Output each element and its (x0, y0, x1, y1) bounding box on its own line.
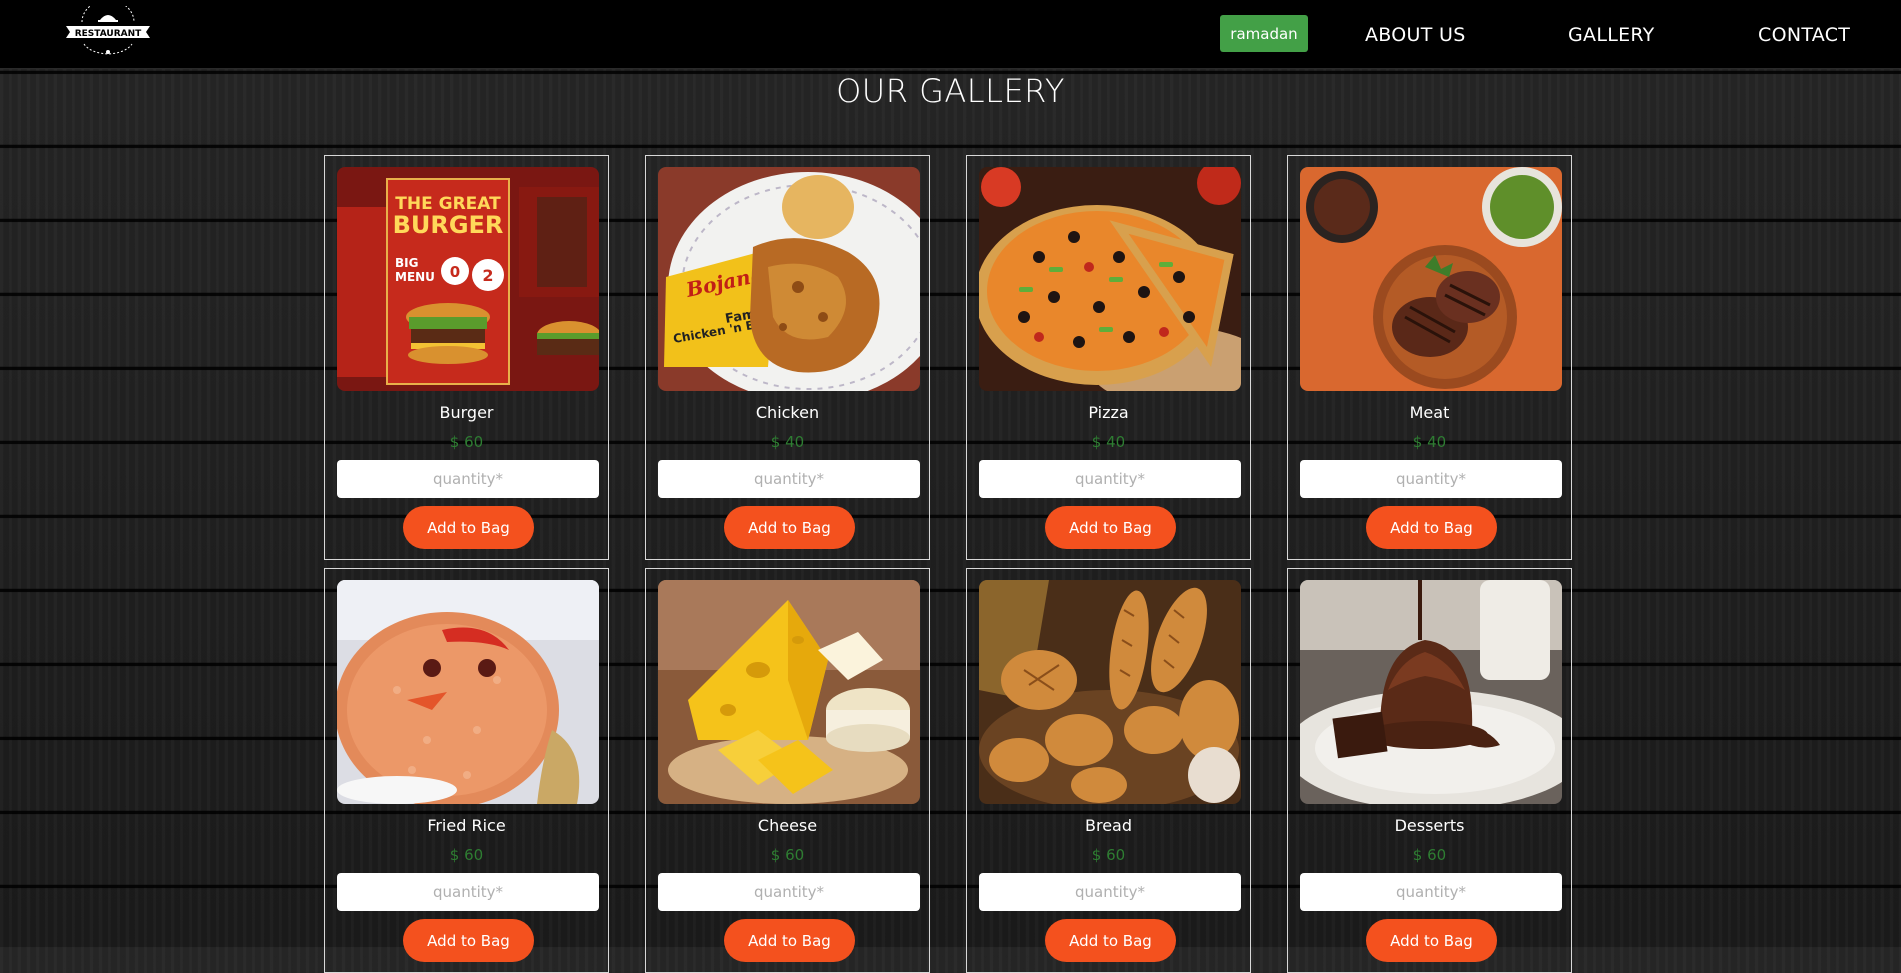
product-name: Cheese (757, 816, 818, 835)
product-card-meat: Meat $ 40 Add to Bag (1287, 155, 1572, 560)
product-price: $ 60 (449, 846, 484, 864)
svg-text:0: 0 (450, 263, 460, 281)
product-card-fried-rice: Fried Rice $ 60 Add to Bag (324, 568, 609, 973)
add-to-bag-button[interactable]: Add to Bag (403, 919, 534, 962)
restaurant-logo[interactable]: RESTAURANT (62, 6, 154, 58)
add-to-bag-button[interactable]: Add to Bag (1045, 506, 1176, 549)
svg-text:MENU: MENU (395, 270, 435, 284)
add-to-bag-button[interactable]: Add to Bag (724, 919, 855, 962)
quantity-input[interactable] (979, 460, 1241, 498)
cheese-image (658, 580, 920, 804)
chicken-image: Bojangles' Famous Chicken 'n Biscuits (658, 167, 920, 391)
add-to-bag-button[interactable]: Add to Bag (724, 506, 855, 549)
navbar: RESTAURANT ramadan ABOUT US GALLERY CONT… (0, 0, 1901, 69)
add-to-bag-button[interactable]: Add to Bag (1366, 506, 1497, 549)
nav-link-gallery[interactable]: GALLERY (1568, 24, 1655, 46)
meat-image (1300, 167, 1562, 391)
product-name: Desserts (1394, 816, 1465, 835)
bread-image (979, 580, 1241, 804)
nav-link-contact[interactable]: CONTACT (1758, 24, 1850, 46)
page-title: OUR GALLERY (836, 72, 1065, 110)
pizza-image (979, 167, 1241, 391)
product-price: $ 60 (1412, 846, 1447, 864)
product-name: Burger (439, 403, 494, 422)
svg-text:RESTAURANT: RESTAURANT (75, 29, 142, 39)
nav-link-about-us[interactable]: ABOUT US (1365, 24, 1466, 46)
product-price: $ 60 (449, 433, 484, 451)
product-price: $ 60 (770, 846, 805, 864)
product-name: Fried Rice (427, 816, 506, 835)
product-name: Meat (1409, 403, 1450, 422)
product-price: $ 40 (1091, 433, 1126, 451)
desserts-image (1300, 580, 1562, 804)
product-card-pizza: Pizza $ 40 Add to Bag (966, 155, 1251, 560)
product-card-chicken: Bojangles' Famous Chicken 'n Biscuits Ch… (645, 155, 930, 560)
quantity-input[interactable] (1300, 873, 1562, 911)
quantity-input[interactable] (337, 873, 599, 911)
product-card-desserts: Desserts $ 60 Add to Bag (1287, 568, 1572, 973)
add-to-bag-button[interactable]: Add to Bag (1366, 919, 1497, 962)
product-price: $ 60 (1091, 846, 1126, 864)
svg-text:BIG: BIG (395, 256, 418, 270)
svg-text:BURGER: BURGER (393, 211, 504, 239)
quantity-input[interactable] (658, 460, 920, 498)
quantity-input[interactable] (337, 460, 599, 498)
product-price: $ 40 (1412, 433, 1447, 451)
add-to-bag-button[interactable]: Add to Bag (1045, 919, 1176, 962)
product-name: Chicken (755, 403, 820, 422)
product-price: $ 40 (770, 433, 805, 451)
product-name: Pizza (1088, 403, 1129, 422)
product-card-bread: Bread $ 60 Add to Bag (966, 568, 1251, 973)
product-card-burger: THE GREAT BURGER BIG MENU 0 2 Burger $ 6… (324, 155, 609, 560)
quantity-input[interactable] (1300, 460, 1562, 498)
burger-image: THE GREAT BURGER BIG MENU 0 2 (337, 167, 599, 391)
quantity-input[interactable] (658, 873, 920, 911)
svg-text:2: 2 (482, 266, 493, 285)
fried-rice-image (337, 580, 599, 804)
add-to-bag-button[interactable]: Add to Bag (403, 506, 534, 549)
quantity-input[interactable] (979, 873, 1241, 911)
ramadan-button[interactable]: ramadan (1220, 15, 1308, 52)
product-card-cheese: Cheese $ 60 Add to Bag (645, 568, 930, 973)
product-name: Bread (1084, 816, 1132, 835)
